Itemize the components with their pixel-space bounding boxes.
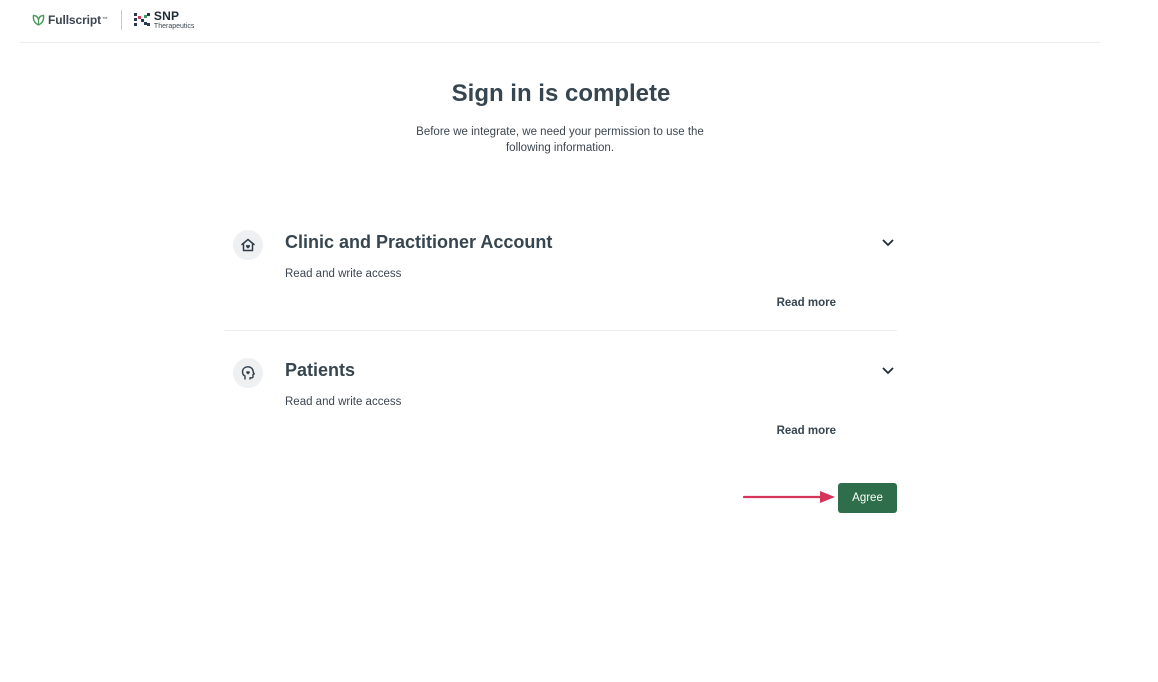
fullscript-logo-text: Fullscript — [48, 13, 102, 27]
read-more-link[interactable]: Read more — [777, 297, 836, 309]
permission-title: Patients — [285, 360, 356, 380]
brand-divider — [120, 10, 122, 30]
trademark-mark: ™ — [102, 17, 108, 23]
permission-title: Clinic and Practitioner Account — [285, 232, 553, 252]
snp-logo-text: SNP — [153, 9, 180, 23]
top-bar: Fullscript ™ SNP Therapeutics — [20, 0, 1100, 43]
annotation-arrow-icon — [742, 491, 835, 503]
page-title: Sign in is complete — [451, 80, 671, 107]
permission-patients: Patients Read and write access Read more — [225, 350, 897, 450]
clinic-house-icon — [233, 230, 263, 260]
fullscript-leaf-icon — [32, 14, 45, 26]
read-more-link[interactable]: Read more — [777, 425, 836, 437]
fullscript-logo[interactable]: Fullscript ™ — [32, 13, 108, 27]
permission-clinic-practitioner: Clinic and Practitioner Account Read and… — [225, 222, 897, 331]
patient-head-icon — [233, 358, 263, 388]
agree-button[interactable]: Agree — [838, 483, 897, 513]
brand-logos: Fullscript ™ SNP Therapeutics — [32, 9, 194, 31]
chevron-down-icon[interactable] — [879, 362, 897, 380]
chevron-down-icon[interactable] — [879, 234, 897, 252]
snp-therapeutics-logo[interactable]: SNP Therapeutics — [133, 9, 195, 30]
permission-access-level: Read and write access — [285, 268, 402, 280]
permission-access-level: Read and write access — [285, 396, 402, 408]
snp-logo-subtext: Therapeutics — [153, 23, 195, 30]
page-subtitle: Before we integrate, we need your permis… — [416, 126, 704, 154]
snp-pixel-mark-icon — [133, 13, 150, 26]
